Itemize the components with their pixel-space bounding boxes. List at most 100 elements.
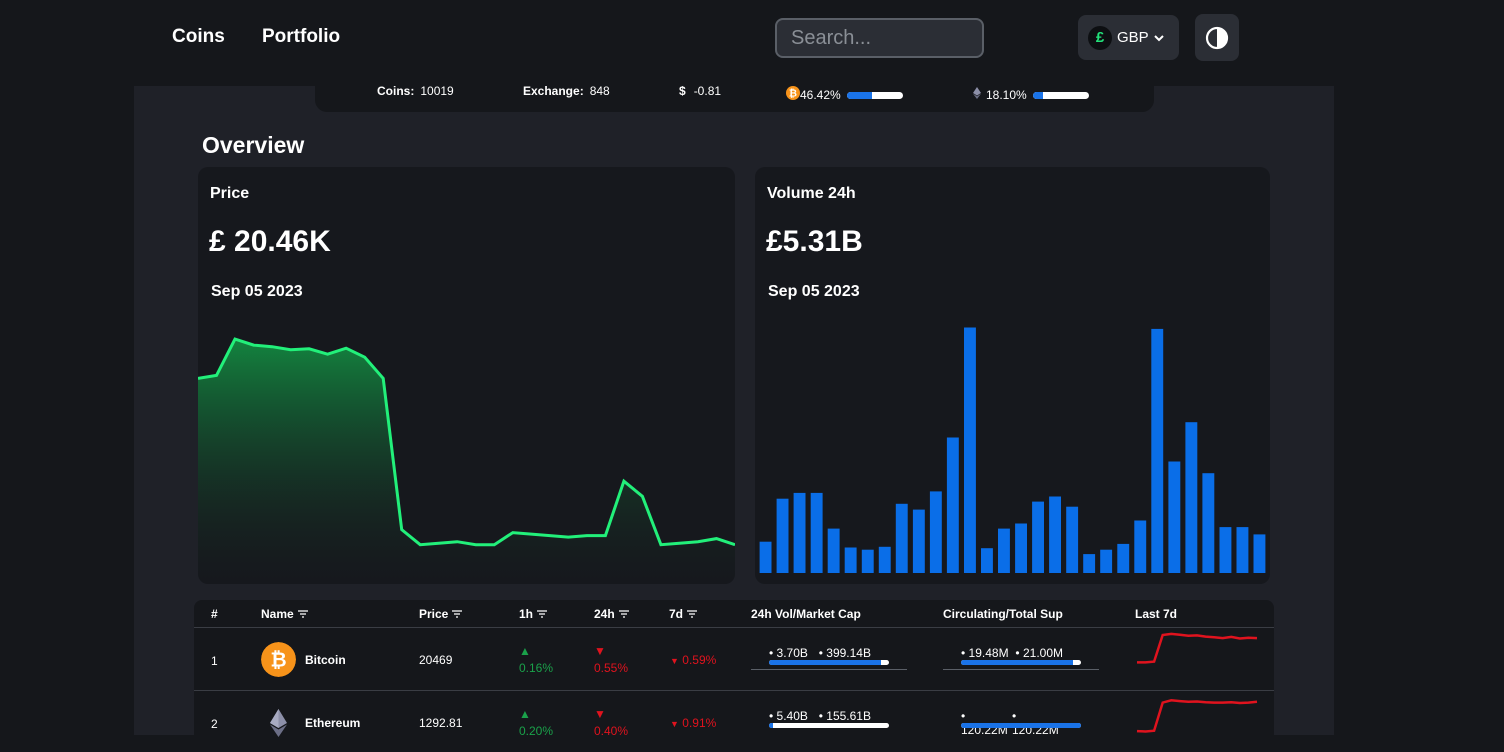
row-mcap-value-text: 399.14B — [826, 646, 871, 660]
up-arrow-icon: ▲ — [519, 644, 531, 658]
down-arrow-icon: ▼ — [670, 719, 679, 729]
row-sparkline — [1136, 699, 1258, 733]
row-7d-change-value: 0.59% — [682, 653, 717, 667]
volume-bar — [1117, 543, 1130, 573]
price-card: Price £ 20.46K Sep 05 2023 — [198, 167, 735, 584]
volume-card: Volume 24h £5.31B Sep 05 2023 — [755, 167, 1270, 584]
row-circ-supply: • 19.48M • 21.00M — [943, 646, 1099, 670]
row-circ-bar — [961, 660, 1081, 665]
volume-bar — [946, 437, 959, 573]
th-name[interactable]: Name — [261, 607, 308, 621]
stat-change-value: -0.81 — [693, 84, 722, 98]
row-circ-supply: • 120.22M • 120.22M — [943, 709, 1081, 737]
up-arrow-icon: ▲ — [519, 707, 531, 721]
th-24h[interactable]: 24h — [594, 607, 629, 621]
search-input[interactable] — [775, 18, 984, 58]
row-rank: 1 — [211, 654, 218, 668]
th-price-label: Price — [419, 607, 449, 621]
row-vol-value: • 5.40B — [769, 709, 808, 723]
row-coin-name[interactable]: Bitcoin — [305, 653, 346, 667]
volume-bar — [912, 509, 925, 573]
th-7d-label: 7d — [669, 607, 684, 621]
bitcoin-icon: ₿ — [261, 642, 296, 677]
row-circ-fill — [961, 723, 1081, 728]
down-arrow-icon: ▼ — [670, 656, 679, 666]
contrast-icon — [1205, 26, 1229, 49]
coins-table: # Name Price 1h 24h 7d 24h Vol/Market Ca… — [194, 600, 1274, 738]
volume-bar — [1151, 328, 1164, 573]
theme-toggle-button[interactable] — [1195, 14, 1239, 61]
row-circ-value: • 19.48M — [961, 646, 1009, 660]
volume-bar — [1049, 496, 1061, 573]
volume-bar — [981, 548, 993, 573]
btc-dominance-fill — [846, 91, 873, 99]
row-24h-change: 0.55% — [594, 661, 629, 675]
th-last-7d: Last 7d — [1135, 607, 1178, 621]
row-circ-bar — [961, 723, 1081, 728]
chevron-down-icon — [1153, 34, 1164, 41]
btc-dominance-value: 46.42% — [800, 88, 841, 102]
nav-coins-link[interactable]: Coins — [172, 26, 225, 48]
row-coin-name[interactable]: Ethereum — [305, 716, 360, 730]
row-mcap-value: • 155.61B — [818, 709, 871, 723]
stat-btc-dominance: ₿ 46.42% — [786, 84, 903, 102]
top-navbar: Coins Portfolio £ GBP — [0, 0, 1504, 86]
table-row[interactable]: 1 ₿ Bitcoin 20469 ▲ 0.16% ▼ 0.55% ▼ 0.59… — [194, 627, 1274, 689]
volume-bar — [793, 492, 806, 573]
sort-icon — [452, 610, 463, 618]
volume-bar — [1066, 506, 1079, 573]
volume-bar — [929, 491, 942, 573]
volume-bar — [827, 528, 840, 573]
volume-bar — [810, 492, 823, 573]
sort-icon — [297, 610, 308, 618]
row-divider — [751, 669, 907, 670]
volume-bar — [1236, 527, 1249, 573]
row-vol-value-text: 3.70B — [776, 646, 808, 660]
stat-coins-value: 10019 — [420, 84, 454, 98]
row-sparkline — [1137, 632, 1258, 664]
th-24h-label: 24h — [594, 607, 615, 621]
th-7d[interactable]: 7d — [669, 607, 698, 621]
row-circ-value-text: 19.48M — [968, 646, 1009, 660]
row-rank: 2 — [211, 717, 218, 731]
stat-coins: Coins: 10019 — [377, 84, 454, 98]
row-1h-change: 0.16% — [519, 661, 554, 675]
volume-bar — [1253, 534, 1266, 573]
volume-date: Sep 05 2023 — [768, 283, 860, 300]
row-mcap-value-text: 155.61B — [826, 709, 871, 723]
sort-icon — [537, 610, 548, 618]
svg-text:₿: ₿ — [270, 650, 286, 672]
bitcoin-icon: ₿ — [786, 86, 800, 100]
volume-bar — [844, 547, 857, 573]
volume-bar — [1015, 523, 1027, 573]
th-name-label: Name — [261, 607, 294, 621]
ethereum-icon — [973, 87, 981, 99]
row-vol-fill — [769, 660, 881, 665]
row-7d-change: ▼ 0.59% — [670, 653, 716, 667]
volume-bar — [1134, 520, 1147, 573]
th-1h[interactable]: 1h — [519, 607, 548, 621]
currency-selector[interactable]: £ GBP — [1078, 15, 1179, 60]
volume-bar — [1100, 549, 1113, 573]
volume-bar — [1185, 422, 1198, 573]
currency-code: GBP — [1117, 29, 1149, 46]
eth-dominance-value: 18.10% — [986, 88, 1027, 102]
svg-text:₿: ₿ — [789, 88, 797, 100]
th-rank: # — [211, 607, 218, 621]
row-1h-change: 0.20% — [519, 724, 554, 738]
volume-bar — [1219, 527, 1232, 573]
btc-dominance-bar — [846, 91, 903, 99]
row-circ-fill — [961, 660, 1073, 665]
stat-coins-label: Coins: — [377, 84, 415, 98]
volume-bar — [776, 498, 789, 573]
table-row[interactable]: 2 Ethereum 1292.81 ▲ 0.20% ▼ 0.40% ▼ 0.9… — [194, 690, 1274, 752]
row-vol-bar — [769, 660, 889, 665]
volume-bar — [861, 549, 874, 573]
volume-value: £5.31B — [766, 225, 863, 258]
volume-bar — [878, 546, 891, 573]
nav-portfolio-link[interactable]: Portfolio — [262, 26, 340, 48]
row-vol-bar — [769, 723, 889, 728]
volume-bar — [1202, 473, 1215, 573]
th-price[interactable]: Price — [419, 607, 463, 621]
volume-label: Volume 24h — [767, 185, 856, 202]
